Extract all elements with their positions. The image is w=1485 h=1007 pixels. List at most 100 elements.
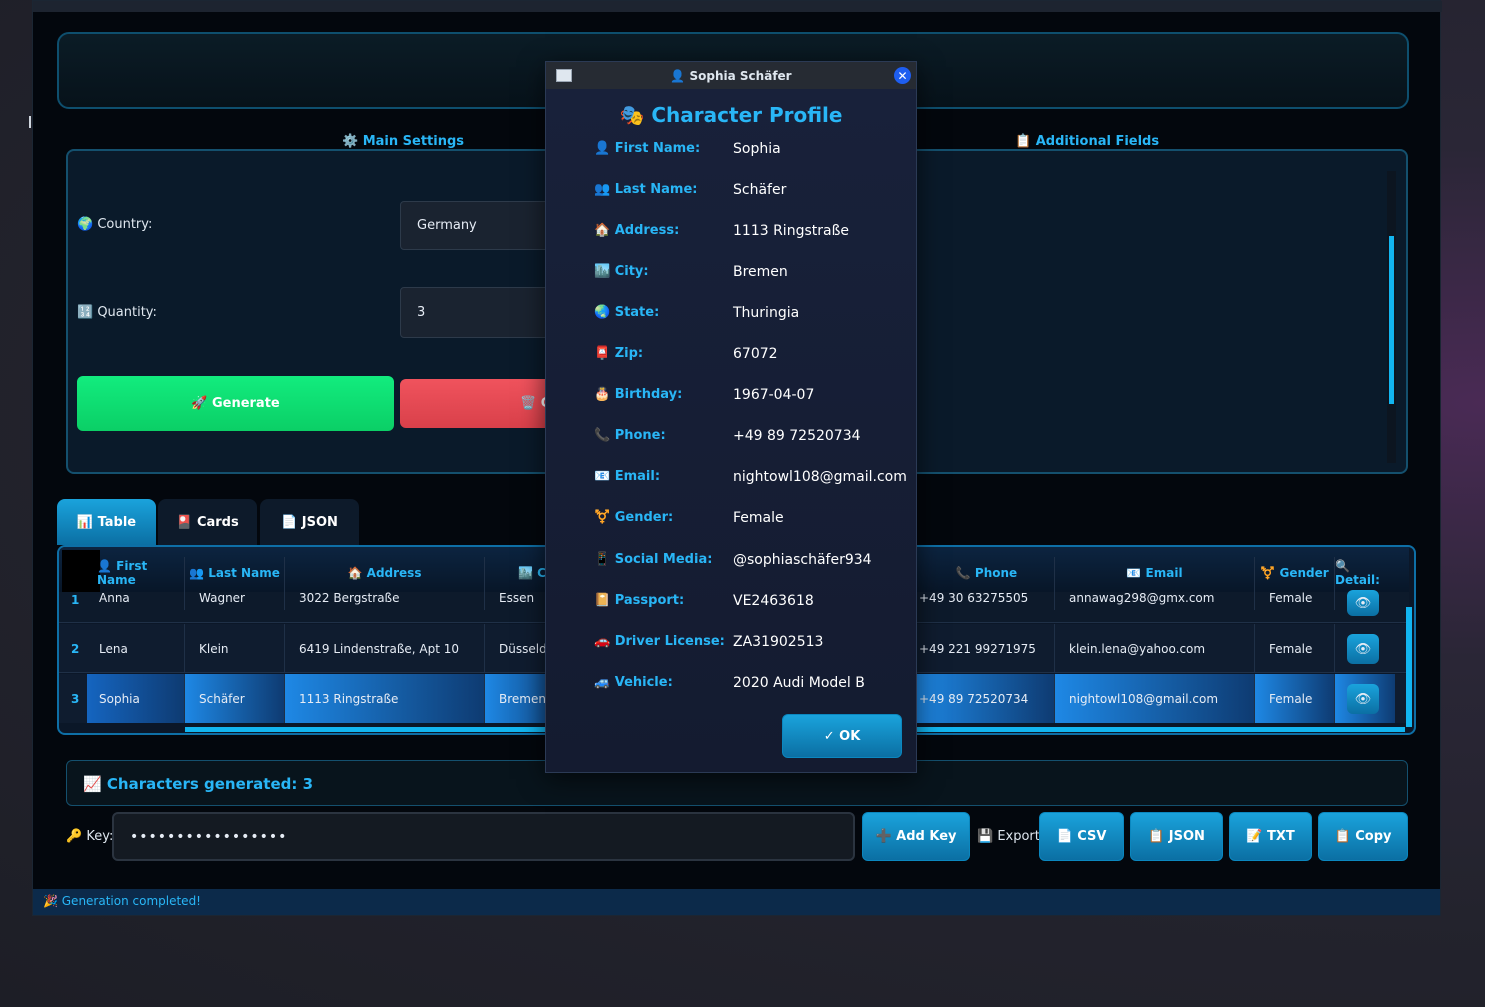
header-city[interactable]: 🏙️ C bbox=[485, 557, 547, 589]
quantity-label: 🔢 Quantity: bbox=[77, 305, 157, 320]
table-vertical-scrollbar[interactable] bbox=[1406, 607, 1412, 727]
profile-label: 📧 Email: bbox=[594, 469, 661, 484]
profile-value: 2020 Audi Model B bbox=[733, 675, 865, 691]
generate-button[interactable]: 🚀 Generate bbox=[77, 376, 394, 431]
cell-address: 1113 Ringstraße bbox=[285, 674, 485, 723]
cell-phone: +49 89 72520734 bbox=[915, 674, 1055, 723]
country-select[interactable]: Germany bbox=[400, 201, 560, 250]
status-bar: 🎉 Generation completed! bbox=[33, 889, 1440, 915]
close-icon[interactable]: ✕ bbox=[894, 67, 911, 84]
main-settings-title: ⚙️ Main Settings bbox=[334, 134, 473, 149]
additional-fields-scroll-thumb[interactable] bbox=[1389, 236, 1394, 404]
profile-heading: 🎭 Character Profile bbox=[619, 103, 843, 127]
tab-json[interactable]: 📄 JSON bbox=[260, 499, 359, 545]
export-txt-button[interactable]: 📝 TXT bbox=[1229, 812, 1312, 861]
status-text: 🎉 Generation completed! bbox=[43, 894, 201, 908]
profile-label: 🏙️ City: bbox=[594, 264, 649, 279]
profile-label: 🏠 Address: bbox=[594, 223, 680, 238]
profile-value: Bremen bbox=[733, 264, 788, 280]
cell-last-name: Wagner bbox=[185, 586, 285, 610]
cell-email: klein.lena@yahoo.com bbox=[1055, 624, 1255, 673]
generate-label: 🚀 Generate bbox=[191, 396, 280, 411]
key-label: 🔑 Key: bbox=[66, 829, 114, 844]
txt-label: 📝 TXT bbox=[1246, 829, 1295, 844]
export-csv-button[interactable]: 📄 CSV bbox=[1039, 812, 1124, 861]
dialog-titlebar: 👤 Sophia Schäfer ✕ bbox=[546, 62, 916, 89]
clear-button[interactable]: 🗑️ C bbox=[400, 379, 560, 428]
cell-first-name: Sophia bbox=[87, 674, 185, 723]
header-address[interactable]: 🏠 Address bbox=[285, 557, 485, 589]
cell-gender: Female bbox=[1255, 624, 1335, 673]
profile-label: 🎂 Birthday: bbox=[594, 387, 683, 402]
key-input[interactable]: ••••••••••••••••• bbox=[112, 812, 855, 861]
cell-gender: Female bbox=[1255, 674, 1335, 723]
cell-gender: Female bbox=[1255, 586, 1335, 610]
tab-table-label: 📊 Table bbox=[76, 514, 137, 530]
dialog-title: 👤 Sophia Schäfer bbox=[670, 68, 792, 83]
cell-first-name: Anna bbox=[87, 586, 185, 610]
profile-value: +49 89 72520734 bbox=[733, 428, 861, 444]
export-json-button[interactable]: 📋 JSON bbox=[1130, 812, 1223, 861]
header-last-name[interactable]: 👥 Last Name bbox=[185, 557, 285, 589]
eye-icon: 👁 bbox=[1354, 691, 1372, 707]
profile-value: Thuringia bbox=[733, 305, 800, 321]
characters-generated-text: 📈 Characters generated: 3 bbox=[83, 775, 314, 793]
dialog-body: 🎭 Character Profile 👤 First Name: Sophia… bbox=[546, 89, 916, 772]
header-details[interactable]: 🔍 Detail: bbox=[1335, 557, 1395, 589]
eye-icon: 👁 bbox=[1354, 595, 1372, 611]
additional-fields-title: 📋 Additional Fields bbox=[1007, 134, 1168, 149]
ok-button[interactable]: ✓ OK bbox=[782, 714, 902, 758]
profile-value: VE2463618 bbox=[733, 593, 814, 609]
header-first-name[interactable]: 👤 First Name bbox=[97, 557, 185, 589]
profile-label: 🚙 Vehicle: bbox=[594, 675, 673, 690]
profile-label: ⚧️ Gender: bbox=[594, 510, 674, 525]
profile-label: 📮 Zip: bbox=[594, 346, 644, 361]
profile-value: Schäfer bbox=[733, 182, 787, 198]
character-profile-dialog: 👤 Sophia Schäfer ✕ 🎭 Character Profile 👤… bbox=[545, 61, 917, 773]
profile-label: 📱 Social Media: bbox=[594, 552, 713, 567]
export-label: 💾 Export: bbox=[977, 829, 1045, 844]
profile-label: 🚗 Driver License: bbox=[594, 634, 725, 649]
quantity-input[interactable]: 3 bbox=[400, 287, 560, 338]
profile-label: 👤 First Name: bbox=[594, 141, 701, 156]
copy-label: 📋 Copy bbox=[1334, 829, 1392, 844]
country-label: 🌍 Country: bbox=[77, 217, 153, 232]
ok-label: ✓ OK bbox=[823, 728, 861, 744]
details-eye-button[interactable]: 👁 bbox=[1347, 684, 1379, 714]
profile-value: Female bbox=[733, 510, 784, 526]
cell-last-name: Schäfer bbox=[185, 674, 285, 723]
cell-address: 3022 Bergstraße bbox=[285, 586, 485, 610]
cell-first-name: Lena bbox=[87, 624, 185, 673]
json-label: 📋 JSON bbox=[1148, 829, 1205, 844]
tab-table[interactable]: 📊 Table bbox=[57, 499, 156, 545]
header-phone[interactable]: 📞 Phone bbox=[919, 557, 1055, 589]
profile-label: 🌏 State: bbox=[594, 305, 660, 320]
left-edge-cursor bbox=[29, 116, 31, 128]
additional-fields-scrollbar[interactable] bbox=[1387, 171, 1396, 463]
tab-json-label: 📄 JSON bbox=[281, 514, 338, 530]
eye-icon: 👁 bbox=[1354, 641, 1372, 657]
header-email[interactable]: 📧 Email bbox=[1055, 557, 1255, 589]
details-eye-button[interactable]: 👁 bbox=[1347, 590, 1379, 616]
cell-address: 6419 Lindenstraße, Apt 10 bbox=[285, 624, 485, 673]
add-key-label: ➕ Add Key bbox=[875, 829, 957, 844]
header-gender[interactable]: ⚧️ Gender bbox=[1255, 557, 1335, 589]
profile-label: 📔 Passport: bbox=[594, 593, 685, 608]
profile-value: ZA31902513 bbox=[733, 634, 824, 650]
key-value: ••••••••••••••••• bbox=[130, 828, 288, 845]
cell-email: annawag298@gmx.com bbox=[1055, 586, 1255, 610]
cell-email: nightowl108@gmail.com bbox=[1055, 674, 1255, 723]
details-eye-button[interactable]: 👁 bbox=[1347, 634, 1379, 664]
profile-value: nightowl108@gmail.com bbox=[733, 469, 907, 485]
add-key-button[interactable]: ➕ Add Key bbox=[862, 812, 970, 861]
cell-phone: +49 30 63275505 bbox=[915, 586, 1055, 610]
country-value: Germany bbox=[417, 218, 477, 233]
profile-value: @sophiaschäfer934 bbox=[733, 552, 872, 568]
tab-cards-label: 🎴 Cards bbox=[176, 514, 239, 530]
tab-cards[interactable]: 🎴 Cards bbox=[158, 499, 257, 545]
profile-label: 👥 Last Name: bbox=[594, 182, 698, 197]
quantity-value: 3 bbox=[417, 305, 426, 320]
csv-label: 📄 CSV bbox=[1056, 829, 1107, 844]
cell-last-name: Klein bbox=[185, 624, 285, 673]
copy-button[interactable]: 📋 Copy bbox=[1318, 812, 1408, 861]
